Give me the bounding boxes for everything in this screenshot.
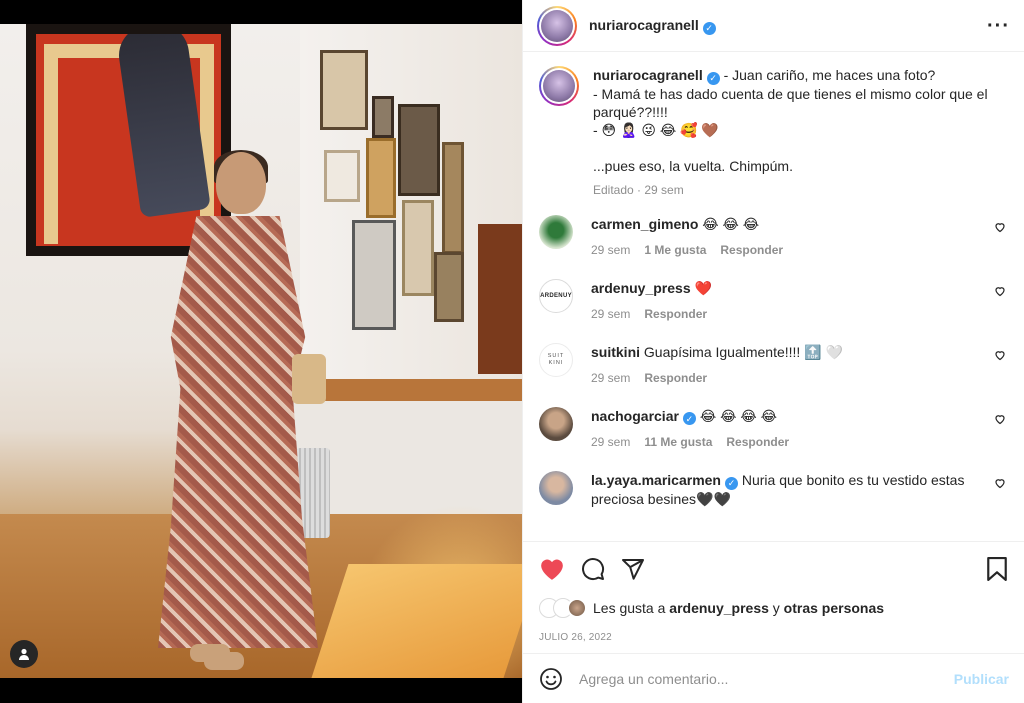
reply-button[interactable]: Responder (726, 435, 789, 449)
comment-like-heart-icon[interactable] (994, 349, 1006, 361)
photo-frame (402, 200, 434, 296)
comment-username[interactable]: nachogarciar (591, 408, 679, 424)
likes-others[interactable]: otras personas (784, 600, 884, 616)
comment-likes[interactable]: 11 Me gusta (644, 435, 712, 449)
caption-line: - 😳 🙎🏻‍♀️ 😜 😂 🥰 🤎 (593, 121, 719, 138)
caption-line: - Mamá te has dado cuenta de que tienes … (593, 85, 988, 120)
comments-list[interactable]: nuriarocagranell ✓ - Juan cariño, me hace… (523, 52, 1024, 541)
photo-frame (352, 220, 396, 330)
photo-person-dress (158, 216, 318, 648)
photo-frame (324, 150, 360, 202)
comment-likes[interactable]: 1 Me gusta (644, 243, 706, 257)
comment-like-heart-icon[interactable] (994, 477, 1006, 489)
comment-like-heart-icon[interactable] (994, 221, 1006, 233)
avatar-logo-text: ARDENUY (540, 292, 572, 299)
post-side-panel: nuriarocagranell ✓ ··· nuriarocagranell ✓ … (522, 0, 1024, 703)
commenter-avatar[interactable]: ARDENUY (539, 278, 573, 313)
post-header: nuriarocagranell ✓ ··· (523, 0, 1024, 52)
liker-avatar[interactable] (567, 598, 587, 618)
photo-person-bag (292, 354, 326, 404)
author-avatar[interactable] (539, 66, 579, 106)
comment-time: 29 sem (591, 306, 631, 321)
comment-text: 😂 😂 😂 (702, 215, 760, 232)
comment-username[interactable]: ardenuy_press (591, 280, 691, 296)
comment-like-heart-icon[interactable] (994, 413, 1006, 425)
paper-plane-icon[interactable] (621, 557, 645, 581)
comment-text: ❤️ (694, 279, 712, 296)
photo-frame (434, 252, 464, 322)
verified-badge-icon: ✓ (724, 476, 738, 490)
verified-badge-icon: ✓ (682, 412, 696, 425)
commenter-avatar[interactable] (539, 471, 573, 505)
reply-button[interactable]: Responder (720, 243, 783, 257)
heart-filled-icon[interactable] (539, 557, 565, 581)
photo-person-head (216, 152, 266, 214)
caption-line: - Juan cariño, me haces una foto? (723, 67, 936, 83)
photo-frame (372, 96, 394, 138)
smiley-icon[interactable] (539, 667, 563, 691)
likes-summary: Les gusta a ardenuy_press y otras person… (539, 598, 1008, 618)
post-modal: nuriarocagranell ✓ ··· nuriarocagranell ✓ … (0, 0, 1024, 703)
add-comment-bar: Publicar (523, 653, 1024, 703)
photo-frame (442, 142, 464, 254)
comment-time: 29 sem (591, 242, 631, 257)
comment-username[interactable]: suitkini (591, 344, 640, 360)
photo-frame (320, 50, 368, 130)
comment-like-heart-icon[interactable] (994, 285, 1006, 297)
comment-item: nachogarciar ✓ 😂 😂 😂 😂 29 sem 11 Me gusta R… (539, 406, 1008, 449)
reply-button[interactable]: Responder (644, 371, 707, 385)
photo-step (311, 564, 522, 678)
photo-frame (366, 138, 396, 218)
user-tag-icon[interactable] (10, 640, 38, 668)
more-options-icon[interactable]: ··· (987, 16, 1010, 36)
avatar-logo-text: SUIT KINI (547, 352, 565, 366)
commenter-avatar[interactable]: SUIT KINI (539, 342, 573, 377)
comment-bubble-icon[interactable] (581, 557, 605, 581)
action-icons (539, 554, 1008, 584)
author-avatar[interactable] (537, 5, 577, 46)
post-media-panel (0, 0, 522, 703)
comment-text: Guapísima Igualmente!!!! 🔝 🤍 (643, 343, 843, 360)
reply-button[interactable]: Responder (644, 307, 707, 321)
caption-line: ...pues eso, la vuelta. Chimpúm. (593, 157, 793, 174)
author-username[interactable]: nuriarocagranell (589, 17, 699, 33)
likes-joiner: y (772, 600, 780, 616)
comment-item: ARDENUY ardenuy_press ❤️ 29 sem Responder (539, 278, 1008, 321)
post-photo[interactable] (0, 24, 522, 678)
caption: nuriarocagranell ✓ - Juan cariño, me hace… (539, 66, 1008, 197)
comment-item: carmen_gimeno 😂 😂 😂 29 sem 1 Me gusta Resp… (539, 214, 1008, 257)
comment-username[interactable]: la.yaya.maricarmen (591, 472, 721, 488)
commenter-avatar[interactable] (539, 214, 573, 249)
comment-time: 29 sem (591, 435, 631, 449)
comment-time: 29 sem (591, 370, 631, 385)
commenter-avatar[interactable] (539, 406, 573, 441)
verified-badge-icon: ✓ (702, 21, 716, 35)
photo-wood-panel (478, 224, 522, 374)
comment-item: SUIT KINI suitkini Guapísima Igualmente!… (539, 342, 1008, 385)
caption-edited: Editado · 29 sem (593, 182, 684, 197)
comment-username[interactable]: carmen_gimeno (591, 216, 698, 232)
likes-prefix: Les gusta a (593, 600, 666, 616)
caption-username[interactable]: nuriarocagranell (593, 67, 703, 83)
verified-badge-icon: ✓ (706, 71, 720, 85)
publish-button[interactable]: Publicar (954, 671, 1009, 687)
bookmark-icon[interactable] (986, 557, 1008, 581)
likes-user[interactable]: ardenuy_press (669, 600, 769, 616)
comment-item: la.yaya.maricarmen ✓ Nuria que bonito es … (539, 471, 1008, 508)
photo-person-shoe (204, 652, 244, 670)
photo-frame (398, 104, 440, 196)
post-date[interactable]: JULIO 26, 2022 (539, 632, 1008, 643)
comment-input[interactable] (579, 670, 954, 687)
comment-text: 😂 😂 😂 😂 (699, 407, 777, 424)
